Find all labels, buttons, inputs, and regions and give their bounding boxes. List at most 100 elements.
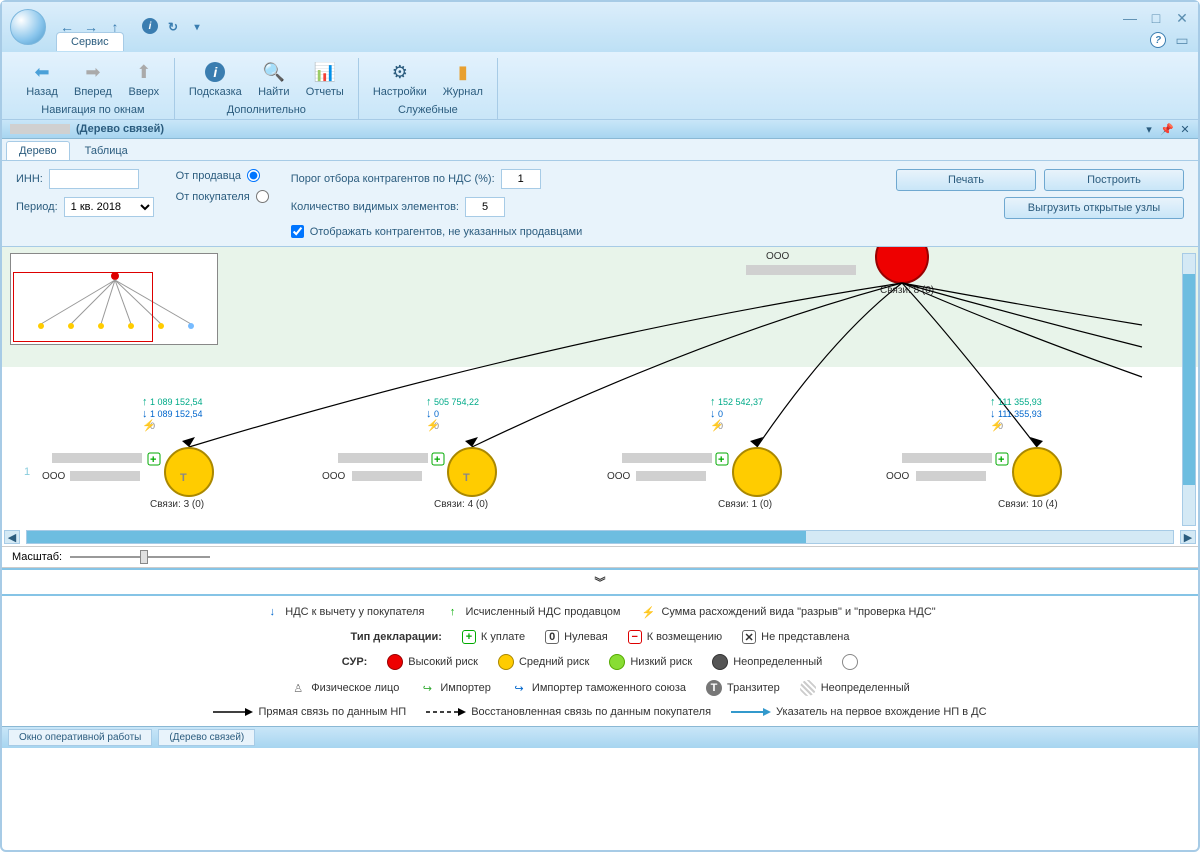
- tree-node[interactable]: 505 754,22↑ 0↓ 0⚡ Т + ООО Связи: 4 (0): [322, 396, 496, 510]
- legend-text: К уплате: [481, 631, 525, 643]
- white-circle-icon: [842, 654, 858, 670]
- info-icon[interactable]: i: [142, 18, 158, 34]
- svg-text:1 089 152,54: 1 089 152,54: [150, 397, 203, 407]
- solid-arrow-icon: [213, 707, 253, 717]
- person-icon: ♙: [290, 680, 306, 696]
- ribbon-group-label: Навигация по окнам: [20, 100, 166, 119]
- print-button[interactable]: Печать: [896, 169, 1036, 191]
- app-tab-strip: Сервис: [56, 32, 124, 51]
- legend-text: Транзитер: [727, 682, 780, 694]
- inn-label: ИНН:: [16, 173, 43, 185]
- blue-arrow-icon: [731, 707, 771, 717]
- scroll-left-icon[interactable]: ◀: [4, 530, 20, 544]
- journal-button[interactable]: ▮Журнал: [437, 58, 489, 100]
- footer-tab-operative[interactable]: Окно оперативной работы: [8, 729, 152, 746]
- svg-text:↑: ↑: [990, 396, 996, 408]
- dropdown-icon[interactable]: ▾: [188, 18, 206, 36]
- refresh-icon[interactable]: ↻: [164, 18, 182, 36]
- panel-pin-icon[interactable]: 📌: [1160, 122, 1174, 136]
- svg-text:111 355,93: 111 355,93: [998, 397, 1042, 407]
- tree-node[interactable]: 1 089 152,54↑ 1 089 152,54↓ 0⚡ Т + ООО С…: [42, 396, 213, 510]
- hint-button[interactable]: iПодсказка: [183, 58, 248, 100]
- from-buyer-radio[interactable]: [256, 190, 269, 203]
- svg-text:Связи: 10 (4): Связи: 10 (4): [998, 499, 1058, 510]
- window-icon[interactable]: ▭: [1174, 32, 1190, 48]
- svg-text:ООО: ООО: [42, 471, 66, 482]
- panel-close-icon[interactable]: ✕: [1178, 122, 1192, 136]
- red-circle-icon: [387, 654, 403, 670]
- panel-dropdown-icon[interactable]: ▾: [1142, 122, 1156, 136]
- legend-text: Не представлена: [761, 631, 849, 643]
- find-button[interactable]: 🔍Найти: [252, 58, 296, 100]
- ribbon-group-label: Служебные: [367, 100, 489, 119]
- settings-button[interactable]: ⚙Настройки: [367, 58, 433, 100]
- tree-node[interactable]: 111 355,93↑ 111 355,93↓ 0⚡ + ООО Связи: …: [886, 396, 1061, 510]
- minimap-viewport[interactable]: [13, 272, 153, 342]
- tree-node[interactable]: 152 542,37↑ 0↓ 0⚡ + ООО Связи: 1 (0): [607, 396, 781, 510]
- show-unlisted-checkbox[interactable]: [291, 225, 304, 238]
- from-buyer-label: От покупателя: [176, 191, 250, 203]
- titlebar: ← → ↑ i ↻ ▾ — □ ✕ ? ▭ Сервис: [2, 2, 1198, 52]
- legend-text: Средний риск: [519, 656, 589, 668]
- tab-tree[interactable]: Дерево: [6, 141, 70, 160]
- legend-text: Импортер таможенного союза: [532, 682, 686, 694]
- svg-text:⚡: ⚡: [990, 419, 1004, 432]
- hatch-icon: [800, 680, 816, 696]
- minimap[interactable]: [10, 253, 218, 345]
- legend-text: Низкий риск: [630, 656, 692, 668]
- page-number: 1: [24, 466, 30, 478]
- scroll-right-icon[interactable]: ▶: [1180, 530, 1196, 544]
- zoom-row: Масштаб:: [2, 547, 1198, 568]
- svg-text:⚡: ⚡: [710, 419, 724, 432]
- maximize-icon[interactable]: □: [1148, 10, 1164, 26]
- zero-box-icon: 0: [545, 630, 559, 644]
- yellow-circle-icon: [498, 654, 514, 670]
- root-node-circle[interactable]: [876, 247, 928, 283]
- svg-text:↓: ↓: [990, 408, 996, 420]
- help-icon[interactable]: ?: [1150, 32, 1166, 48]
- root-ooo: ООО: [766, 251, 790, 262]
- back-button[interactable]: ⬅Назад: [20, 58, 64, 100]
- zoom-label: Масштаб:: [12, 551, 62, 563]
- svg-text:+: +: [998, 454, 1004, 466]
- gear-icon: ⚙: [388, 60, 412, 84]
- reports-button[interactable]: 📊Отчеты: [300, 58, 350, 100]
- svg-text:+: +: [150, 454, 156, 466]
- svg-text:0: 0: [718, 409, 723, 419]
- threshold-input[interactable]: [501, 169, 541, 189]
- up-button[interactable]: ⬆Вверх: [122, 58, 166, 100]
- legend-text: К возмещению: [647, 631, 722, 643]
- up-icon: ⬆: [132, 60, 156, 84]
- transit-icon: Т: [706, 680, 722, 696]
- legend-text: Восстановленная связь по данным покупате…: [471, 706, 711, 718]
- horizontal-scrollbar[interactable]: [26, 530, 1174, 544]
- search-icon: 🔍: [262, 60, 286, 84]
- svg-text:1 089 152,54: 1 089 152,54: [150, 409, 203, 419]
- svg-text:⚡: ⚡: [142, 419, 156, 432]
- svg-text:↓: ↓: [142, 408, 148, 420]
- period-select[interactable]: 1 кв. 2018: [64, 197, 154, 217]
- zoom-slider[interactable]: [70, 552, 210, 562]
- tab-table[interactable]: Таблица: [72, 141, 141, 160]
- vertical-scrollbar[interactable]: [1182, 253, 1196, 526]
- inn-input[interactable]: [49, 169, 139, 189]
- footer-tab-tree[interactable]: (Дерево связей): [158, 729, 255, 746]
- svg-text:ООО: ООО: [322, 471, 346, 482]
- expand-bar[interactable]: ︾: [2, 568, 1198, 596]
- build-button[interactable]: Построить: [1044, 169, 1184, 191]
- export-nodes-button[interactable]: Выгрузить открытые узлы: [1004, 197, 1184, 219]
- svg-text:+: +: [718, 454, 724, 466]
- forward-button[interactable]: ➡Вперед: [68, 58, 118, 100]
- minimize-icon[interactable]: —: [1122, 10, 1138, 26]
- visible-input[interactable]: [465, 197, 505, 217]
- service-tab[interactable]: Сервис: [56, 32, 124, 51]
- svg-text:152 542,37: 152 542,37: [718, 397, 763, 407]
- svg-text:111 355,93: 111 355,93: [998, 409, 1042, 419]
- green-circle-icon: [609, 654, 625, 670]
- from-seller-radio[interactable]: [247, 169, 260, 182]
- dashed-arrow-icon: [426, 707, 466, 717]
- diagram-area[interactable]: ООО Связи: 8 (0) 1 089 152,54↑ 1 089 152…: [2, 247, 1198, 547]
- close-icon[interactable]: ✕: [1174, 10, 1190, 26]
- svg-text:ООО: ООО: [886, 471, 910, 482]
- svg-text:↑: ↑: [142, 396, 148, 408]
